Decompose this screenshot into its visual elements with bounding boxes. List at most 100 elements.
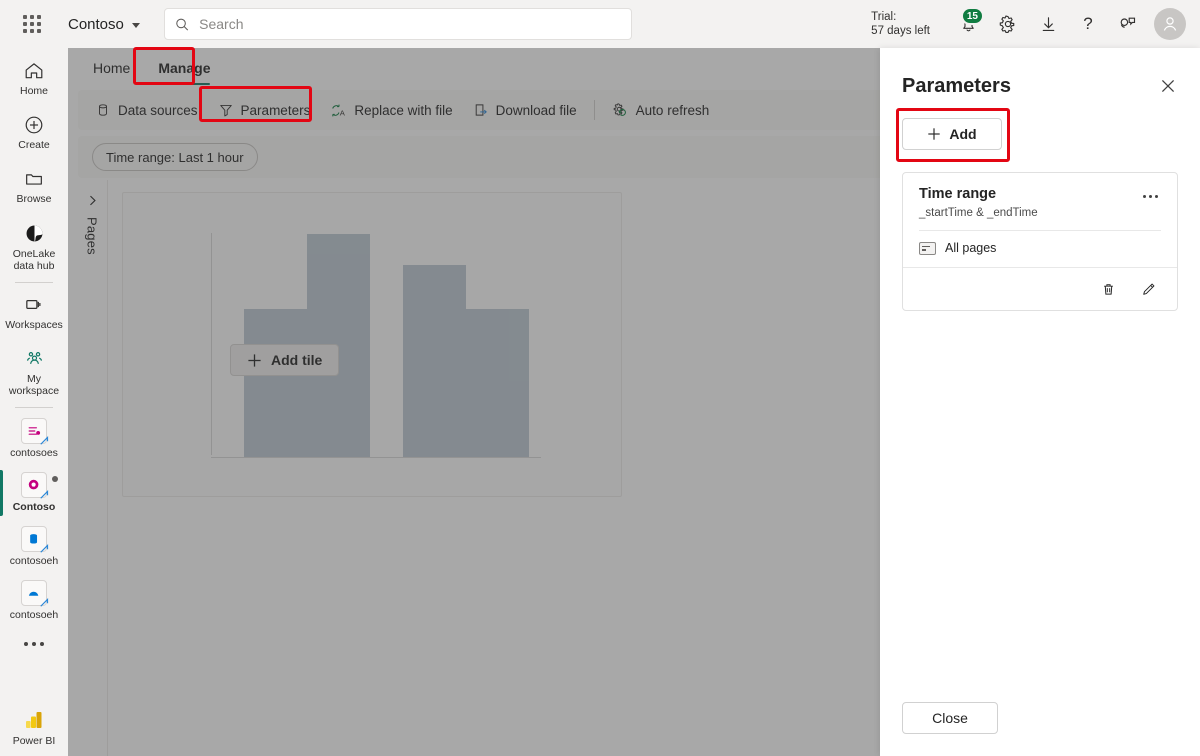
onelake-icon — [26, 225, 42, 242]
svg-text:A: A — [340, 108, 346, 117]
toolbar-label: Auto refresh — [635, 102, 710, 118]
settings-button[interactable] — [988, 4, 1028, 44]
close-icon[interactable] — [1154, 72, 1182, 100]
toolbar-label: Data sources — [118, 102, 198, 118]
sidebar-item-workspaces[interactable]: Workspaces — [0, 287, 68, 341]
add-parameter-button[interactable]: Add — [902, 118, 1002, 150]
search-box[interactable] — [163, 8, 632, 40]
auto-refresh-button[interactable]: Auto refresh — [603, 94, 719, 126]
sidebar-item-label: Contoso — [12, 501, 56, 513]
close-panel-button[interactable]: Close — [902, 702, 998, 734]
trash-icon[interactable] — [1095, 276, 1121, 302]
time-range-label: Time range: Last 1 hour — [106, 149, 244, 165]
panel-footer: Close — [880, 702, 1200, 756]
parameter-card-header: Time range _startTime & _endTime — [903, 173, 1177, 230]
more-horizontal-icon[interactable] — [1137, 185, 1163, 207]
kqldatabase-icon — [21, 580, 49, 607]
chevron-right-icon — [89, 195, 96, 206]
create-plus-icon — [25, 116, 43, 134]
brand-label: Contoso — [68, 15, 124, 33]
sidebar-item-label: My workspace — [8, 373, 60, 397]
sidebar-item-contosoes[interactable]: contosoes — [0, 412, 68, 466]
sidebar-item-label: contosoes — [10, 447, 58, 459]
sidebar-item-contosoeh-2[interactable]: contosoeh — [0, 574, 68, 628]
parameter-scope-label: All pages — [945, 241, 997, 255]
pencil-icon[interactable] — [1135, 276, 1161, 302]
add-tile-button[interactable]: Add tile — [230, 344, 340, 376]
shortcut-arrow-icon — [40, 490, 49, 499]
unsaved-indicator-dot — [52, 476, 58, 482]
workspaces-icon — [25, 300, 40, 309]
sidebar-more-button[interactable] — [24, 628, 44, 660]
pages-panel-collapsed[interactable]: Pages — [78, 180, 106, 756]
app-root: Contoso Trial: 57 days left 15 — [0, 0, 1200, 756]
trial-status: Trial: 57 days left — [871, 10, 930, 38]
avatar[interactable] — [1154, 8, 1186, 40]
sidebar-item-label: OneLake data hub — [12, 248, 56, 272]
auto-refresh-icon — [613, 102, 626, 116]
my-workspace-icon — [26, 352, 42, 364]
chart-bar — [244, 309, 307, 457]
parameter-variables: _startTime & _endTime — [919, 207, 1038, 219]
sidebar-item-label: contosoeh — [9, 555, 59, 567]
tab-label: Manage — [158, 60, 211, 76]
tab-manage[interactable]: Manage — [146, 48, 222, 88]
sidebar-item-create[interactable]: Create — [0, 108, 68, 162]
app-launcher-icon[interactable] — [20, 12, 44, 36]
left-navigation-rail: Home Create Browse OneLake data hub Work… — [0, 48, 68, 756]
download-icon — [1042, 16, 1054, 31]
chart-bar — [466, 309, 529, 457]
gear-icon — [999, 15, 1015, 33]
sidebar-item-label: Create — [18, 139, 50, 151]
plus-icon — [928, 128, 941, 140]
pages-scope-icon — [919, 241, 936, 255]
browse-folder-icon — [26, 174, 42, 185]
tab-home[interactable]: Home — [81, 48, 142, 88]
parameter-card[interactable]: Time range _startTime & _endTime All pag… — [902, 172, 1178, 311]
search-input[interactable] — [197, 15, 621, 33]
parameter-name: Time range — [919, 186, 997, 202]
sidebar-item-home[interactable]: Home — [0, 54, 68, 108]
sidebar-item-label: Workspaces — [5, 319, 63, 331]
chart-bar — [403, 265, 466, 457]
time-range-pill[interactable]: Time range: Last 1 hour — [92, 143, 258, 171]
feedback-icon — [1120, 17, 1136, 28]
empty-tile-placeholder[interactable]: Add tile — [122, 192, 622, 497]
shortcut-arrow-icon — [40, 544, 49, 553]
parameters-button[interactable]: Parameters — [209, 94, 320, 126]
sidebar-item-browse[interactable]: Browse — [0, 162, 68, 216]
shortcut-arrow-icon — [40, 598, 49, 607]
home-icon — [25, 63, 43, 79]
sidebar-item-my-workspace[interactable]: My workspace — [0, 341, 68, 403]
eventstream-icon — [21, 418, 49, 445]
sidebar-divider — [15, 407, 53, 408]
parameters-panel: Parameters Add Time range _startTime & _… — [880, 48, 1200, 756]
feedback-button[interactable] — [1108, 4, 1148, 44]
notifications-button[interactable]: 15 — [948, 4, 988, 44]
parameter-scope-row: All pages — [903, 231, 1177, 267]
trial-line-1: Trial: — [871, 11, 897, 23]
toolbar-label: Parameters — [240, 102, 311, 118]
chart-y-axis — [211, 233, 212, 455]
plus-icon — [248, 353, 261, 367]
brand-selector[interactable]: Contoso — [68, 16, 140, 33]
help-question-icon: ? — [1083, 14, 1093, 33]
replace-with-file-button[interactable]: A Replace with file — [321, 94, 461, 126]
sidebar-item-label: Power BI — [12, 735, 56, 747]
sidebar-item-power-bi[interactable]: Power BI — [0, 702, 68, 756]
header-actions: Trial: 57 days left 15 ? — [871, 0, 1200, 48]
sidebar-item-contosoeh-1[interactable]: contosoeh — [0, 520, 68, 574]
notification-count-badge: 15 — [960, 7, 984, 25]
realtime-dashboard-icon — [21, 472, 49, 499]
downloads-button[interactable] — [1028, 4, 1068, 44]
sidebar-item-onelake-data-hub[interactable]: OneLake data hub — [0, 216, 68, 278]
download-file-button[interactable]: Download file — [464, 94, 586, 126]
toolbar-label: Download file — [495, 102, 577, 118]
help-button[interactable]: ? — [1068, 4, 1108, 44]
toolbar-divider — [593, 100, 595, 120]
data-sources-button[interactable]: Data sources — [86, 94, 207, 126]
shortcut-arrow-icon — [40, 436, 49, 445]
top-header-bar: Contoso Trial: 57 days left 15 — [0, 0, 1200, 48]
sidebar-item-contoso[interactable]: Contoso — [0, 466, 68, 520]
toolbar-label: Replace with file — [354, 102, 453, 118]
